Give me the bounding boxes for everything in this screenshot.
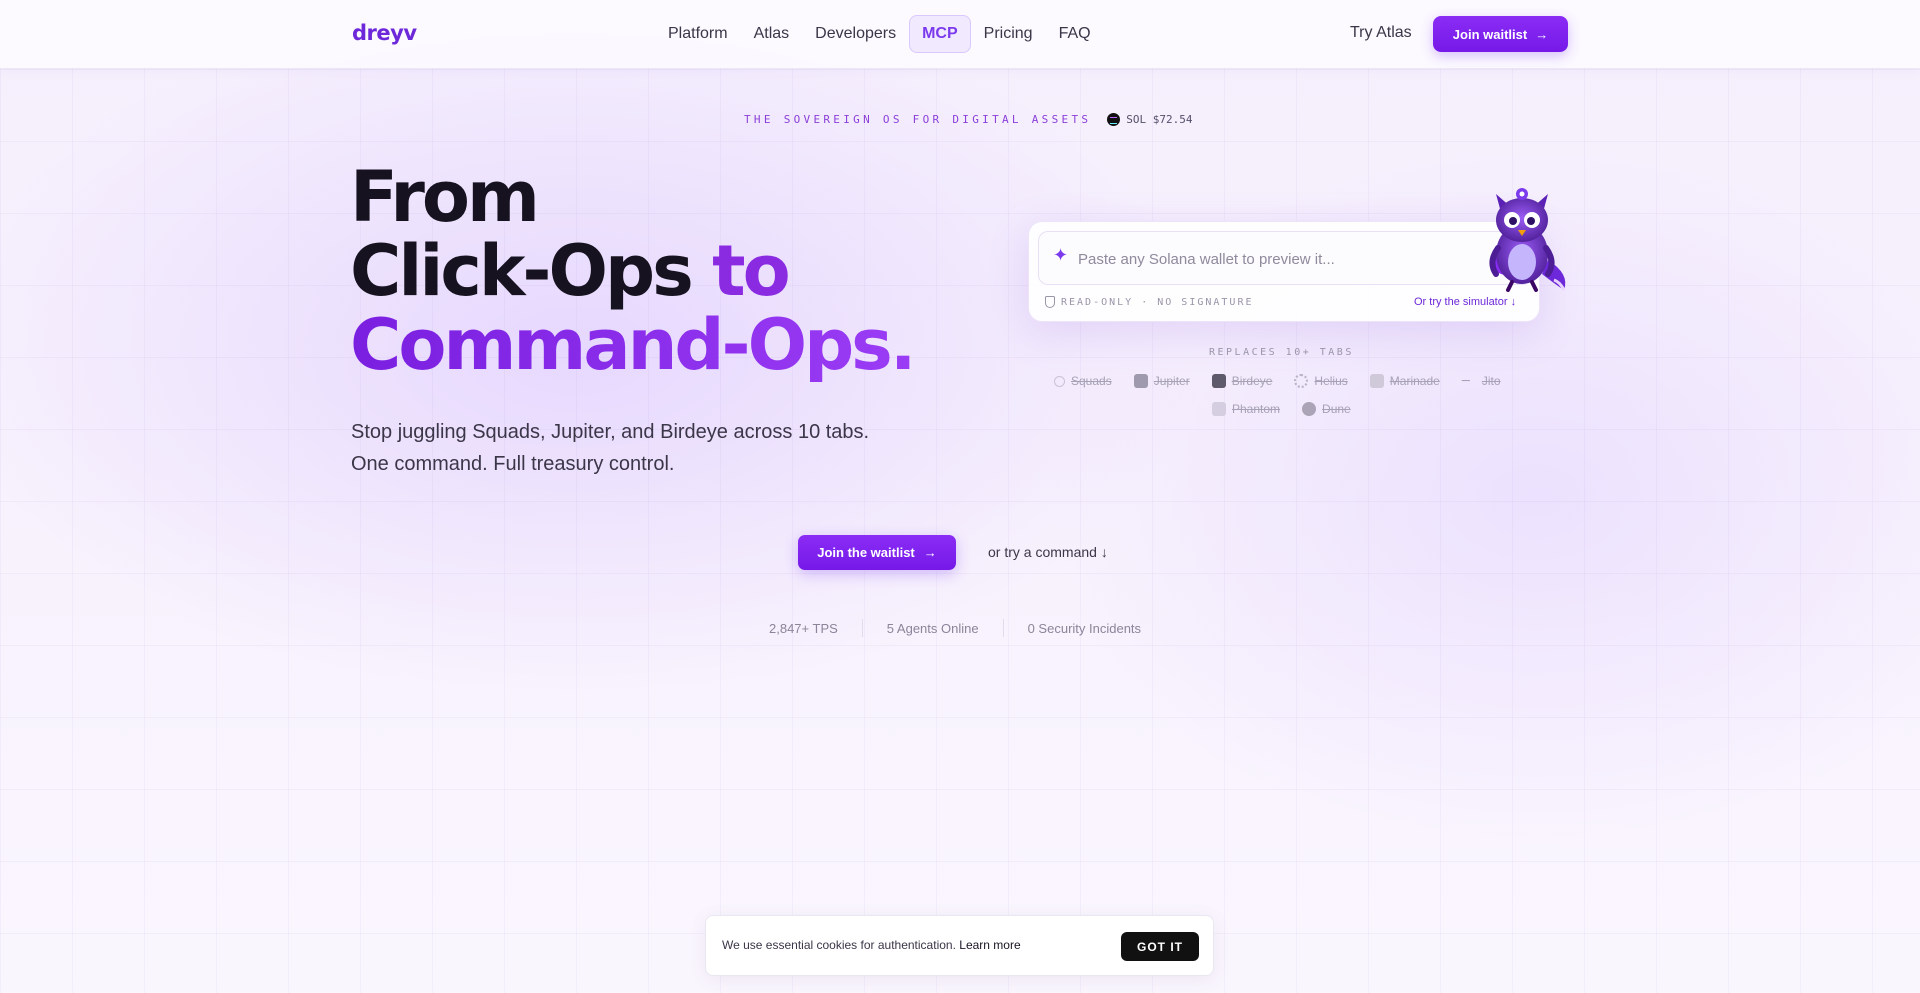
tool-jupiter: Jupiter [1133,374,1190,388]
arrow-right-icon: → [1535,26,1549,42]
hero-subhead: Stop juggling Squads, Jupiter, and Birde… [351,416,869,480]
stats-row: 2,847+ TPS 5 Agents Online 0 Security In… [769,619,1165,637]
shield-icon [1045,296,1055,308]
top-nav: dreyv Platform Atlas Developers MCP Pric… [0,0,1920,69]
background-grid [0,69,1920,993]
nav-link-platform[interactable]: Platform [655,15,741,53]
squads-icon [1054,375,1065,387]
tool-marinade-label: Marinade [1389,374,1440,388]
try-command-link[interactable]: or try a command ↓ [988,544,1108,560]
join-waitlist-nav-label: Join waitlist [1452,26,1528,42]
helius-icon [1294,374,1309,388]
cookie-banner: We use essential cookies for authenticat… [705,915,1214,976]
logo[interactable]: dreyv [352,21,417,45]
phantom-icon [1212,402,1226,416]
cookie-text: We use essential cookies for authenticat… [722,938,1021,952]
join-waitlist-label: Join the waitlist [817,545,915,560]
subhead-line-1: Stop juggling Squads, Jupiter, and Birde… [351,421,870,443]
hero-headline: From Click-Ops to Command-Ops. [350,156,916,386]
nav-link-pricing[interactable]: Pricing [971,15,1046,53]
stat-tps: 2,847+ TPS [769,620,838,636]
replaced-tools-row-1: Squads Jupiter Birdeye Helius Marinade —… [1054,374,1501,388]
birdeye-icon [1211,374,1226,388]
tool-jupiter-label: Jupiter [1153,374,1190,388]
join-waitlist-nav-button[interactable]: Join waitlist → [1433,16,1568,52]
tool-squads-label: Squads [1071,374,1112,388]
readonly-label: READ-ONLY · NO SIGNATURE [1061,296,1254,308]
cookie-message: We use essential cookies for authenticat… [722,938,956,952]
join-waitlist-button[interactable]: Join the waitlist → [798,535,956,570]
stat-agents: 5 Agents Online [886,620,979,636]
got-it-button[interactable]: GOT IT [1121,932,1199,961]
nav-link-developers[interactable]: Developers [802,15,909,53]
subhead-line-2: One command. Full treasury control. [351,453,675,475]
tool-phantom: Phantom [1212,402,1280,416]
tool-dune-label: Dune [1322,402,1351,416]
simulator-link[interactable]: Or try the simulator ↓ [1414,296,1516,308]
replaced-tools-row-2: Phantom Dune [1212,402,1351,416]
nav-links: Platform Atlas Developers MCP Pricing FA… [655,15,1104,53]
jupiter-icon [1133,374,1148,388]
tool-jito-label: Jito [1481,374,1501,388]
dune-icon [1302,402,1317,416]
stat-incidents: 0 Security Incidents [1027,620,1142,636]
solana-icon [1107,113,1121,126]
tagline-row: THE SOVEREIGN OS FOR DIGITAL ASSETS SOL … [744,113,1193,126]
try-atlas-link[interactable]: Try Atlas [1350,24,1412,42]
headline-to: to [712,230,791,312]
nav-link-mcp[interactable]: MCP [909,15,971,53]
wallet-preview-card: ✦ → READ-ONLY · NO SIGNATURE Or try the … [1028,221,1540,322]
sol-price-badge: SOL $72.54 [1107,113,1193,126]
tool-jito: — Jito [1462,374,1501,388]
arrow-right-icon: → [923,545,937,560]
headline-line-1: From [350,156,540,238]
jito-icon: — [1461,376,1470,385]
tool-phantom-label: Phantom [1232,402,1281,416]
sparkle-icon: ✦ [1053,245,1069,265]
sol-price: SOL $72.54 [1126,113,1193,126]
headline-line-3: Command-Ops. [350,304,916,386]
nav-link-faq[interactable]: FAQ [1046,15,1104,53]
wallet-search-field: ✦ → [1038,231,1532,285]
learn-more-link[interactable]: Learn more [959,938,1020,952]
replaces-label: REPLACES 10+ TABS [1209,347,1354,358]
headline-line-2: Click-Ops to [350,234,913,308]
tool-birdeye: Birdeye [1211,374,1273,388]
tool-dune: Dune [1302,402,1351,416]
wallet-search-input[interactable] [1078,244,1458,274]
readonly-note: READ-ONLY · NO SIGNATURE [1045,296,1254,308]
headline-click-ops: Click-Ops [350,230,713,312]
nav-link-atlas[interactable]: Atlas [741,15,803,53]
tool-helius-label: Helius [1314,374,1348,388]
owl-fox-mascot-icon [1489,188,1566,292]
tagline: THE SOVEREIGN OS FOR DIGITAL ASSETS [744,113,1092,126]
tool-squads: Squads [1054,374,1112,388]
tool-helius: Helius [1294,374,1348,388]
tool-birdeye-label: Birdeye [1231,374,1273,388]
marinade-icon [1369,374,1384,388]
tool-marinade: Marinade [1369,374,1440,388]
